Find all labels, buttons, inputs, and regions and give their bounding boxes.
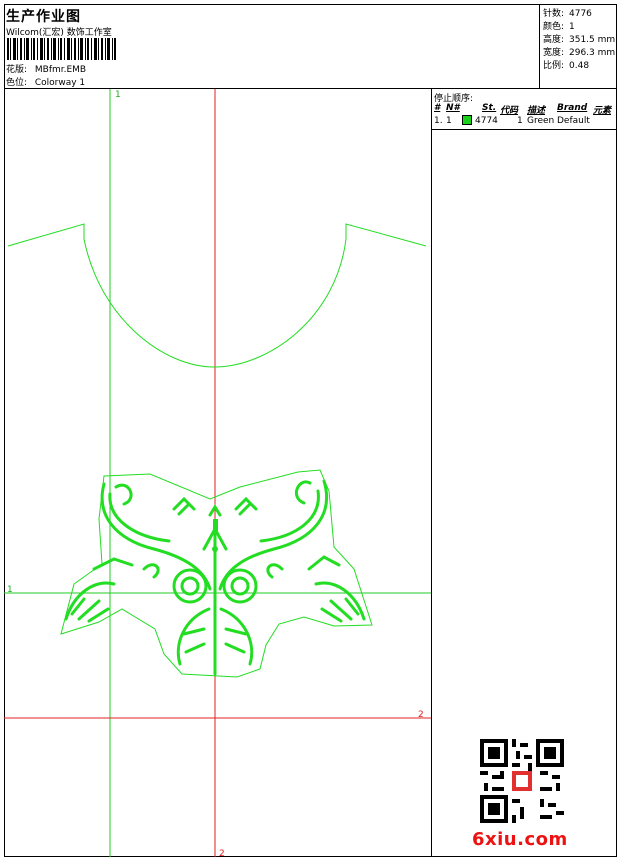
colorway-row: 色位: Colorway 1 — [6, 75, 85, 88]
qr-code-icon — [480, 739, 564, 823]
design-value: MBfmr.EMB — [34, 65, 87, 75]
panel-divider — [432, 129, 617, 130]
design-label: 花版: — [6, 65, 28, 75]
row-brand: Default — [557, 116, 590, 126]
stat-width: 宽度: 296.3 mm — [543, 45, 615, 58]
stop-sequence-panel: 停止顺序: # N# St. 代码 描述 Brand 元素 1. 1 4774 … — [432, 89, 617, 857]
design-drawing: 1 1 2 2 — [4, 89, 431, 857]
stat-colors-label: 颜色: — [543, 22, 565, 32]
row-needle: 1 — [446, 116, 452, 126]
row-code: 1 — [517, 116, 523, 126]
stat-colors-value: 1 — [569, 22, 575, 32]
row-num: 1. — [434, 116, 443, 126]
marker-top-1: 1 — [115, 90, 121, 100]
stat-colors: 颜色: 1 — [543, 19, 575, 32]
stat-height: 高度: 351.5 mm — [543, 32, 615, 45]
stat-width-value: 296.3 mm — [569, 48, 616, 58]
col-header-brand: Brand — [557, 103, 588, 113]
stat-width-label: 宽度: — [543, 48, 565, 58]
stat-stitches-value: 4776 — [569, 9, 592, 19]
col-header-stitches: St. — [482, 103, 497, 113]
stat-scale-label: 比例: — [543, 61, 565, 71]
marker-right-2: 2 — [418, 710, 424, 720]
stat-stitches-label: 针数: — [543, 9, 565, 19]
stats-box: 针数: 4776 颜色: 1 高度: 351.5 mm 宽度: 296.3 mm 比例:… — [539, 4, 617, 88]
marker-left-1: 1 — [7, 585, 13, 595]
col-header-num: # — [434, 103, 441, 113]
page-title: 生产作业图 — [6, 9, 81, 25]
col-header-elements: 元素 — [593, 106, 612, 116]
barcode-icon — [7, 38, 116, 60]
neckline-outline — [7, 223, 427, 368]
color-swatch-icon — [462, 115, 472, 125]
row-stitches: 4774 — [475, 116, 498, 126]
stat-scale: 比例: 0.48 — [543, 58, 589, 71]
row-description: Green — [527, 116, 555, 126]
marker-bottom-2: 2 — [219, 849, 225, 857]
col-header-description: 描述 — [527, 106, 546, 116]
stat-stitches: 针数: 4776 — [543, 6, 592, 19]
col-header-code: 代码 — [500, 106, 519, 116]
software-subtitle: Wilcom(汇宏) 数饰工作室 — [6, 28, 112, 38]
site-watermark: 6xiu.com — [472, 829, 568, 850]
design-canvas[interactable]: 1 1 2 2 — [4, 89, 431, 857]
col-header-needle: N# — [446, 103, 460, 113]
colorway-label: 色位: — [6, 78, 28, 88]
design-row: 花版: MBfmr.EMB — [6, 62, 86, 75]
stat-scale-value: 0.48 — [569, 61, 590, 71]
stat-height-label: 高度: — [543, 35, 565, 45]
stat-height-value: 351.5 mm — [569, 35, 616, 45]
colorway-value: Colorway 1 — [34, 78, 86, 88]
